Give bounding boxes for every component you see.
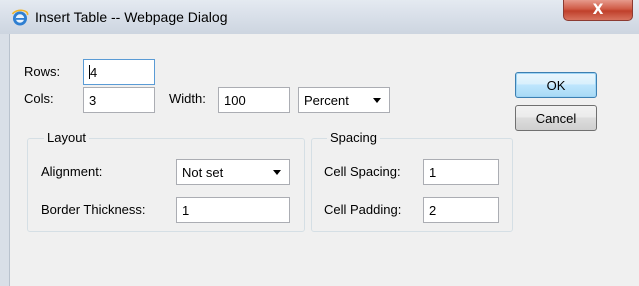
border-thickness-label: Border Thickness: <box>41 202 146 217</box>
width-label: Width: <box>169 91 206 106</box>
ok-button[interactable]: OK <box>515 72 597 98</box>
border-thickness-value: 1 <box>182 203 190 218</box>
alignment-value: Not set <box>182 165 224 180</box>
cell-padding-input[interactable]: 2 <box>423 197 499 223</box>
cell-spacing-label: Cell Spacing: <box>324 164 401 179</box>
cell-padding-label: Cell Padding: <box>324 202 402 217</box>
cols-value: 3 <box>89 93 97 108</box>
internet-explorer-icon <box>11 9 29 26</box>
title-bar[interactable]: Insert Table -- Webpage Dialog X <box>0 0 639 34</box>
cancel-button[interactable]: Cancel <box>515 105 597 131</box>
dialog-body: Rows: 4 Cols: 3 Width: 100 Percent OK Ca… <box>10 34 639 286</box>
width-unit-value: Percent <box>304 93 349 108</box>
rows-label: Rows: <box>24 64 61 79</box>
cell-spacing-input[interactable]: 1 <box>423 159 499 185</box>
cell-spacing-value: 1 <box>429 165 437 180</box>
cell-padding-value: 2 <box>429 203 437 218</box>
border-thickness-input[interactable]: 1 <box>176 197 290 223</box>
width-value: 100 <box>224 93 246 108</box>
chevron-down-icon <box>273 170 281 175</box>
width-unit-select[interactable]: Percent <box>298 87 390 113</box>
window-frame-edge <box>0 34 10 286</box>
width-input[interactable]: 100 <box>218 87 290 113</box>
close-icon: X <box>592 2 604 18</box>
insert-table-dialog: Insert Table -- Webpage Dialog X Rows: 4… <box>0 0 639 286</box>
layout-group-title: Layout <box>44 130 90 145</box>
alignment-select[interactable]: Not set <box>176 159 290 185</box>
cols-input[interactable]: 3 <box>83 87 155 113</box>
rows-input[interactable]: 4 <box>83 59 155 85</box>
spacing-group-title: Spacing <box>327 130 380 145</box>
rows-value: 4 <box>90 65 98 80</box>
close-button[interactable]: X <box>563 0 633 21</box>
chevron-down-icon <box>373 98 381 103</box>
window-title: Insert Table -- Webpage Dialog <box>35 9 228 25</box>
cols-label: Cols: <box>24 91 54 106</box>
alignment-label: Alignment: <box>41 164 103 179</box>
